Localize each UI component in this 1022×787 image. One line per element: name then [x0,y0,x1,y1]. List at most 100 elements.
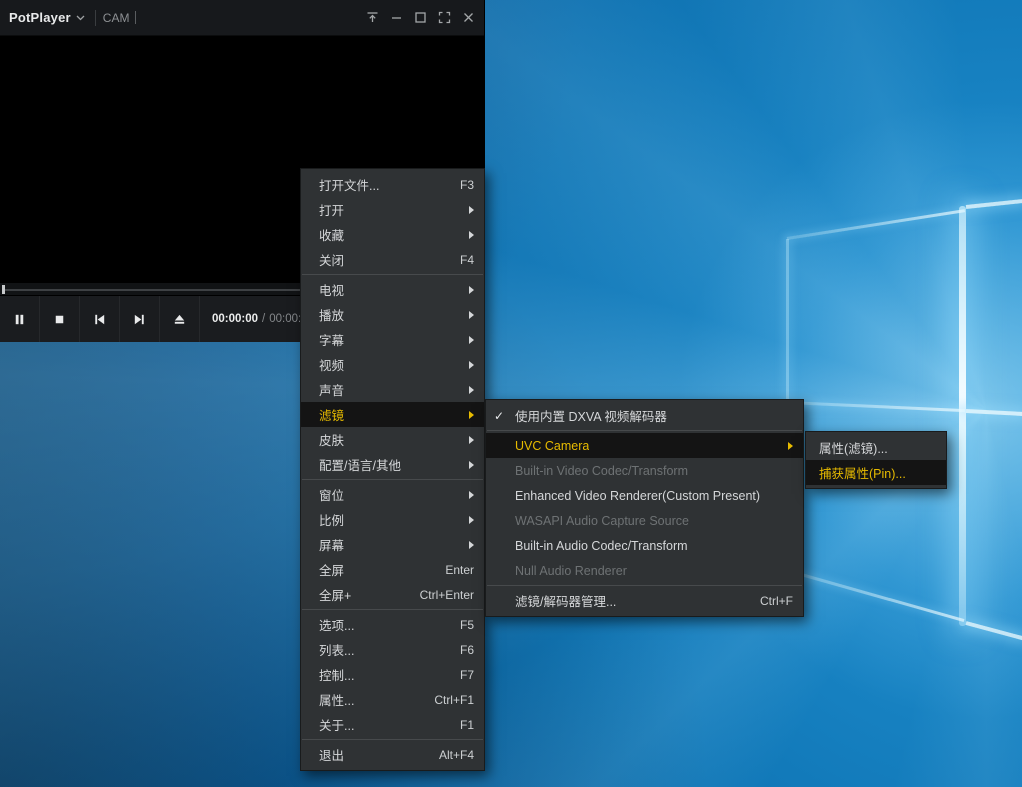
menu-item-builtin-audio-codec[interactable]: Built-in Audio Codec/Transform [486,533,803,558]
menu-item-open-file[interactable]: 打开文件...F3 [301,172,484,197]
menu-item-label: 属性(滤镜)... [819,438,888,457]
submenu-arrow-icon [788,442,793,450]
titlebar-divider [95,10,96,26]
submenu-arrow-icon [469,286,474,294]
menu-item-aspect-ratio[interactable]: 比例 [301,507,484,532]
menu-item-properties[interactable]: 属性...Ctrl+F1 [301,687,484,712]
menu-item-label: UVC Camera [515,439,589,453]
titlebar[interactable]: PotPlayer CAM [0,0,484,36]
seek-thumb[interactable] [2,285,5,294]
check-icon: ✓ [494,409,515,423]
menu-item-label: 打开 [319,200,344,219]
menu-item-video[interactable]: 视频 [301,352,484,377]
menu-item-label: 比例 [319,510,344,529]
maximize-button[interactable] [408,5,432,31]
menu-item-dxva-decoder[interactable]: ✓使用内置 DXVA 视频解码器 [486,403,803,428]
eject-button[interactable] [160,296,200,342]
maximize-icon [414,11,427,24]
wallpaper-window-middle-right-rail [966,409,1022,416]
eject-icon [172,312,187,327]
menu-separator [487,585,802,586]
menu-item-tv[interactable]: 电视 [301,277,484,302]
pause-button[interactable] [0,296,40,342]
submenu-arrow-icon [469,411,474,419]
shortcut-label: Enter [427,563,474,577]
menu-item-builtin-video-codec[interactable]: Built-in Video Codec/Transform [486,458,803,483]
menu-item-options[interactable]: 选项...F5 [301,612,484,637]
menu-item-label: 属性... [319,690,354,709]
menu-item-preferences[interactable]: 配置/语言/其他 [301,452,484,477]
menu-item-label: 全屏+ [319,585,351,604]
menu-item-control[interactable]: 控制...F7 [301,662,484,687]
chevron-down-icon[interactable] [76,15,85,21]
menu-item-label: 列表... [319,640,354,659]
menu-item-screen[interactable]: 屏幕 [301,532,484,557]
menu-item-open[interactable]: 打开 [301,197,484,222]
title-caret [135,11,136,24]
menu-item-label: 控制... [319,665,354,684]
shortcut-label: F6 [442,643,474,657]
uvc-camera-submenu: 属性(滤镜)... 捕获属性(Pin)... [805,431,947,489]
menu-item-wasapi-audio-capture[interactable]: WASAPI Audio Capture Source [486,508,803,533]
submenu-arrow-icon [469,541,474,549]
wallpaper-window-top-rail [787,209,965,240]
menu-item-label: 声音 [319,380,344,399]
menu-item-label: 滤镜 [319,405,344,424]
filters-submenu: ✓使用内置 DXVA 视频解码器 UVC Camera Built-in Video… [485,399,804,617]
menu-item-subtitles[interactable]: 字幕 [301,327,484,352]
always-on-top-button[interactable] [360,5,384,31]
menu-item-label: 全屏 [319,560,344,579]
app-menu-button[interactable]: PotPlayer [9,10,71,25]
menu-item-fullscreen-plus[interactable]: 全屏+Ctrl+Enter [301,582,484,607]
submenu-arrow-icon [469,206,474,214]
menu-item-uvc-camera[interactable]: UVC Camera [486,433,803,458]
submenu-arrow-icon [469,336,474,344]
menu-separator [302,479,483,480]
menu-item-label: 退出 [319,745,344,764]
menu-item-favorites[interactable]: 收藏 [301,222,484,247]
menu-item-filter-manager[interactable]: 滤镜/解码器管理...Ctrl+F [486,588,803,613]
menu-item-null-audio-renderer[interactable]: Null Audio Renderer [486,558,803,583]
menu-item-label: 使用内置 DXVA 视频解码器 [515,406,667,425]
menu-item-label: 滤镜/解码器管理... [515,591,616,610]
submenu-arrow-icon [469,436,474,444]
screen: PotPlayer CAM [0,0,1022,787]
menu-item-label: Built-in Audio Codec/Transform [515,539,688,553]
next-icon [132,312,147,327]
menu-item-label: 屏幕 [319,535,344,554]
time-separator: / [262,313,265,325]
fullscreen-button[interactable] [432,5,456,31]
shortcut-label: F4 [442,253,474,267]
menu-item-label: 电视 [319,280,344,299]
menu-item-playlist[interactable]: 列表... F6 [301,637,484,662]
close-icon [462,11,475,24]
menu-item-filters[interactable]: 滤镜 [301,402,484,427]
stop-button[interactable] [40,296,80,342]
main-context-menu: 打开文件...F3 打开收藏关闭F4 电视播放字幕视频声音滤镜皮肤配置/语言/其他窗… [300,168,485,771]
shortcut-label: F3 [442,178,474,192]
menu-separator [302,274,483,275]
caption-buttons [360,5,484,31]
wallpaper-window-bottom-rail [787,569,965,622]
menu-item-label: 视频 [319,355,344,374]
menu-item-filter-properties[interactable]: 属性(滤镜)... [806,435,946,460]
minimize-button[interactable] [384,5,408,31]
next-button[interactable] [120,296,160,342]
menu-item-exit[interactable]: 退出 Alt+F4 [301,742,484,767]
menu-item-skins[interactable]: 皮肤 [301,427,484,452]
menu-item-close[interactable]: 关闭F4 [301,247,484,272]
stop-icon [52,312,67,327]
shortcut-label: Alt+F4 [421,748,474,762]
menu-item-about[interactable]: 关于...F1 [301,712,484,737]
menu-item-window-position[interactable]: 窗位 [301,482,484,507]
menu-item-fullscreen[interactable]: 全屏 Enter [301,557,484,582]
menu-item-capture-pin-properties[interactable]: 捕获属性(Pin)... [806,460,946,485]
close-button[interactable] [456,5,480,31]
minimize-icon [390,11,403,24]
menu-item-evr-custom-present[interactable]: Enhanced Video Renderer(Custom Present) [486,483,803,508]
wallpaper-window-middle-rail [787,401,965,412]
menu-item-audio[interactable]: 声音 [301,377,484,402]
previous-button[interactable] [80,296,120,342]
shortcut-label: F5 [442,618,474,632]
menu-item-playback[interactable]: 播放 [301,302,484,327]
